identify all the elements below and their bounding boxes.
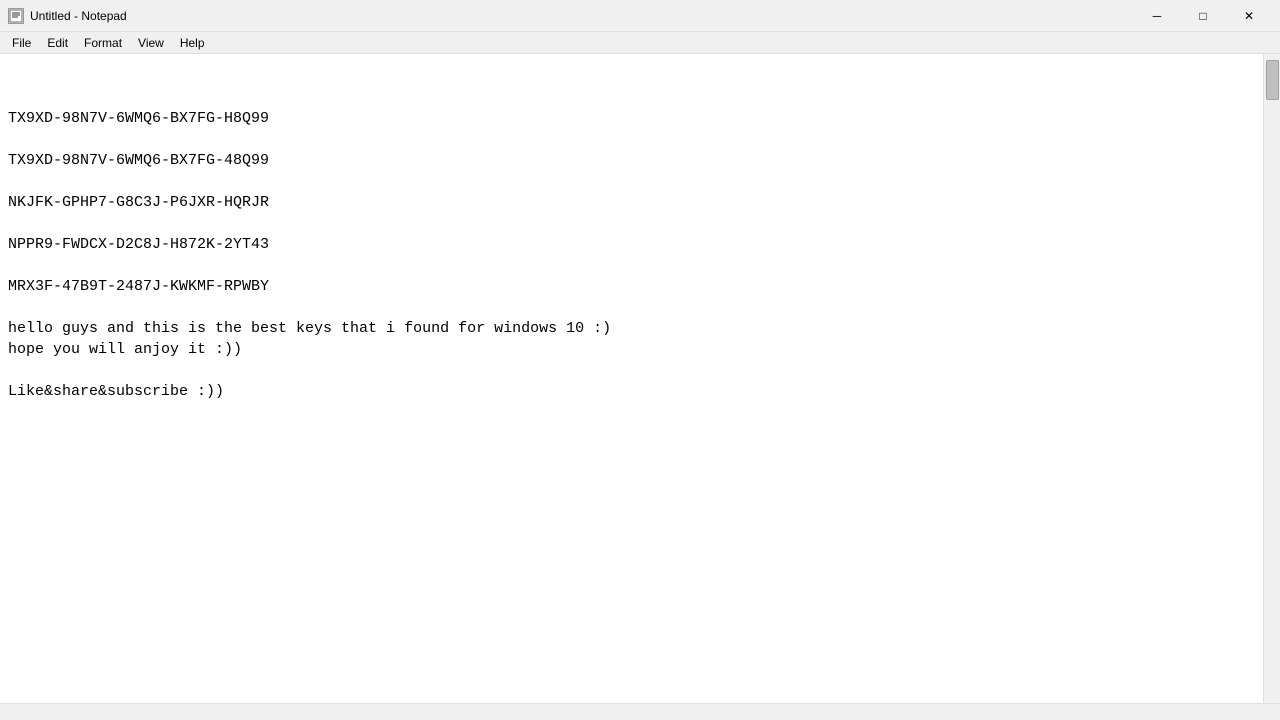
notepad-icon — [8, 8, 24, 24]
text-editor[interactable]: TX9XD-98N7V-6WMQ6-BX7FG-H8Q99 TX9XD-98N7V… — [0, 54, 1263, 703]
menu-edit[interactable]: Edit — [39, 34, 76, 52]
menu-file[interactable]: File — [4, 34, 39, 52]
text-line: NKJFK-GPHP7-G8C3J-P6JXR-HQRJR — [8, 192, 1255, 213]
close-button[interactable]: ✕ — [1226, 0, 1272, 32]
window-controls: ─ □ ✕ — [1134, 0, 1272, 32]
vertical-scrollbar[interactable] — [1263, 54, 1280, 703]
text-line: TX9XD-98N7V-6WMQ6-BX7FG-48Q99 — [8, 150, 1255, 171]
maximize-button[interactable]: □ — [1180, 0, 1226, 32]
empty-line — [8, 129, 1255, 150]
notepad-window: Untitled - Notepad ─ □ ✕ File Edit Forma… — [0, 0, 1280, 720]
menu-bar: File Edit Format View Help — [0, 32, 1280, 54]
empty-line — [8, 297, 1255, 318]
title-bar: Untitled - Notepad ─ □ ✕ — [0, 0, 1280, 32]
empty-line — [8, 213, 1255, 234]
horizontal-scrollbar[interactable] — [0, 703, 1280, 720]
menu-view[interactable]: View — [130, 34, 172, 52]
menu-help[interactable]: Help — [172, 34, 213, 52]
text-line: NPPR9-FWDCX-D2C8J-H872K-2YT43 — [8, 234, 1255, 255]
empty-line — [8, 255, 1255, 276]
text-line: TX9XD-98N7V-6WMQ6-BX7FG-H8Q99 — [8, 108, 1255, 129]
text-line: hello guys and this is the best keys tha… — [8, 318, 1255, 339]
minimize-button[interactable]: ─ — [1134, 0, 1180, 32]
text-line: MRX3F-47B9T-2487J-KWKMF-RPWBY — [8, 276, 1255, 297]
menu-format[interactable]: Format — [76, 34, 130, 52]
scrollbar-thumb[interactable] — [1266, 60, 1279, 100]
window-title: Untitled - Notepad — [30, 9, 1134, 23]
text-line: Like&share&subscribe :)) — [8, 381, 1255, 402]
empty-line — [8, 171, 1255, 192]
empty-line — [8, 360, 1255, 381]
content-area: TX9XD-98N7V-6WMQ6-BX7FG-H8Q99 TX9XD-98N7V… — [0, 54, 1280, 703]
text-line: hope you will anjoy it :)) — [8, 339, 1255, 360]
